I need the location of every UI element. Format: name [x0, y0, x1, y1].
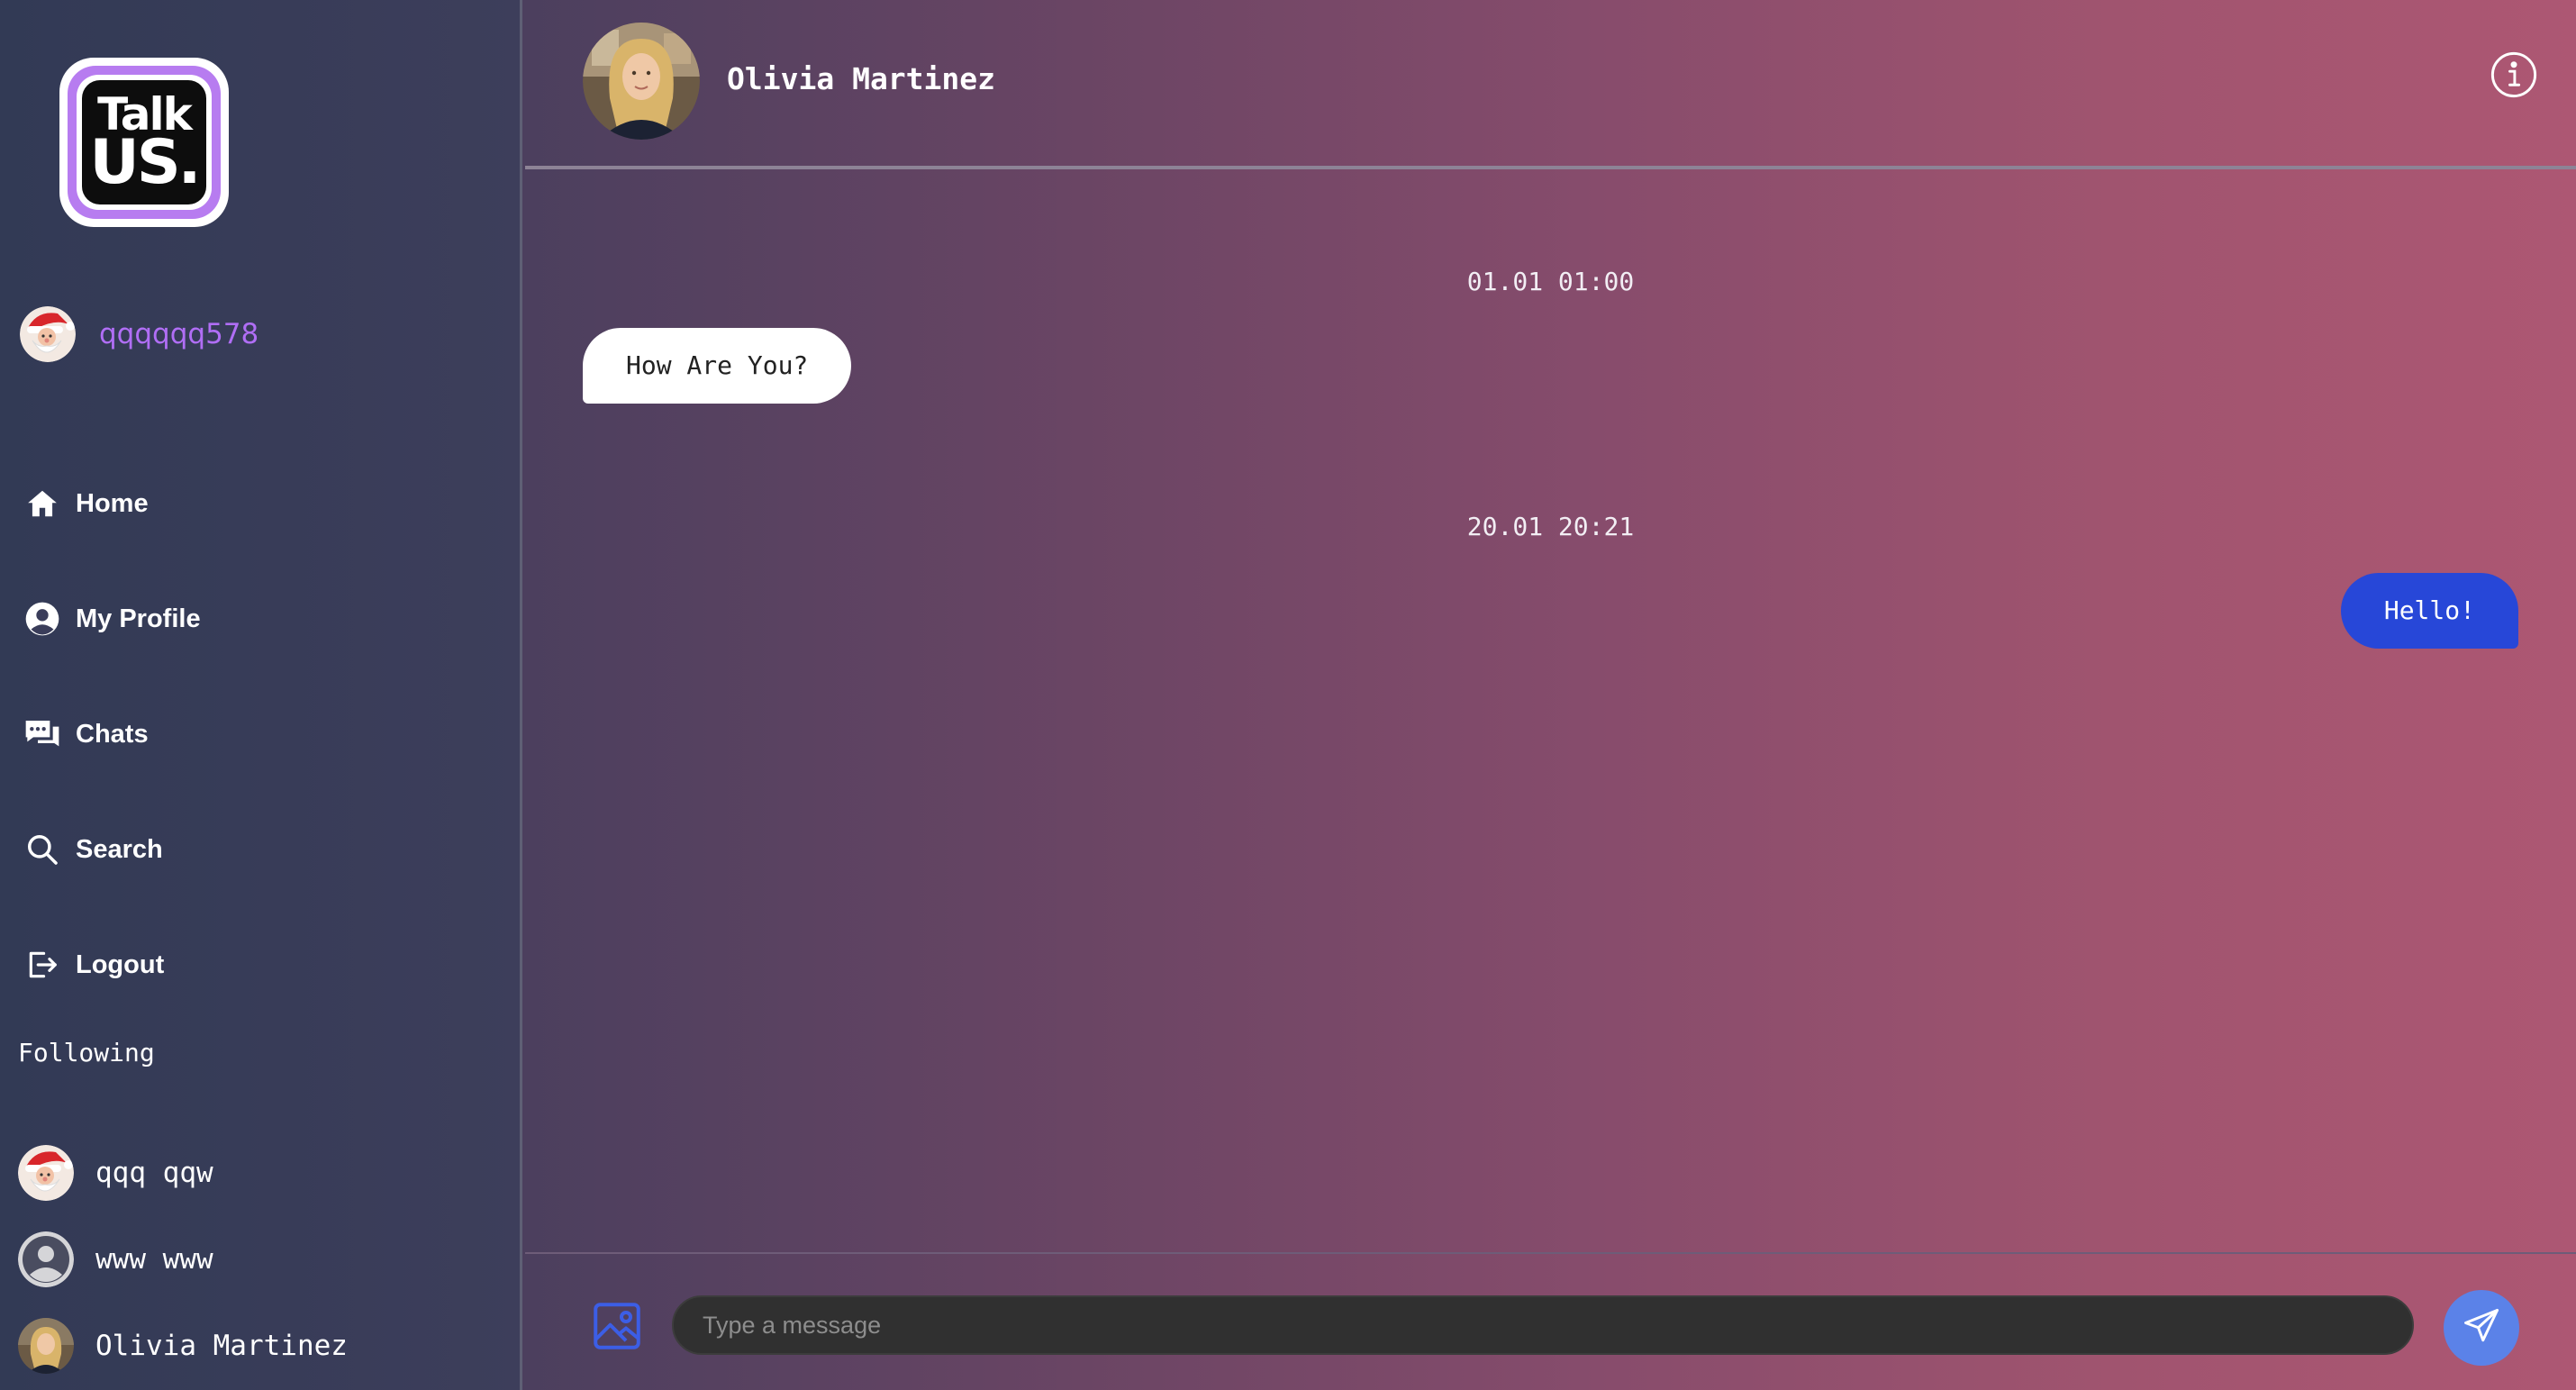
- santa-avatar: [20, 306, 76, 362]
- contact-avatar[interactable]: [583, 23, 700, 140]
- nav-search[interactable]: Search: [23, 792, 201, 907]
- message-input[interactable]: [672, 1295, 2414, 1355]
- message-composer: [525, 1252, 2576, 1390]
- attach-image-button[interactable]: [590, 1299, 644, 1353]
- logout-icon: [23, 946, 61, 984]
- following-user[interactable]: www www: [18, 1216, 348, 1303]
- following-title: Following: [18, 1038, 155, 1067]
- send-button[interactable]: [2444, 1290, 2519, 1366]
- send-icon: [2463, 1307, 2500, 1349]
- chat-header: Olivia Martinez: [525, 0, 2576, 169]
- santa-avatar: [18, 1145, 74, 1201]
- nav-home[interactable]: Home: [23, 446, 201, 561]
- following-user-name: Olivia Martinez: [95, 1330, 348, 1362]
- incoming-message[interactable]: How Are You?: [583, 328, 852, 404]
- photo-avatar: [18, 1318, 74, 1374]
- nav-my-profile[interactable]: My Profile: [23, 561, 201, 677]
- message-timestamp: 01.01 01:00: [1466, 267, 1635, 296]
- nav-logout-label: Logout: [76, 949, 165, 979]
- following-list: qqq qqw www www Olivia Martinez: [18, 1130, 348, 1389]
- current-username: qqqqqq578: [99, 318, 259, 350]
- nav-home-label: Home: [76, 488, 149, 518]
- home-icon: [23, 485, 61, 522]
- nav-chats[interactable]: Chats: [23, 677, 201, 792]
- message-timestamp: 20.01 20:21: [1466, 512, 1635, 541]
- talkus-logo[interactable]: Talk US.: [59, 58, 229, 227]
- following-user-name: qqq qqw: [95, 1157, 213, 1189]
- current-user[interactable]: qqqqqq578: [20, 306, 259, 362]
- profile-icon: [23, 600, 61, 638]
- image-icon: [590, 1303, 644, 1357]
- logo-text-line2: US.: [89, 126, 201, 198]
- search-icon: [23, 831, 61, 868]
- nav-logout[interactable]: Logout: [23, 907, 201, 1022]
- chats-icon: [23, 715, 61, 753]
- following-user[interactable]: Olivia Martinez: [18, 1303, 348, 1389]
- message-list: 01.01 01:00 How Are You? 20.01 20:21 Hel…: [525, 169, 2576, 1250]
- following-user-name: www www: [95, 1243, 213, 1276]
- default-avatar: [18, 1231, 74, 1287]
- outgoing-message[interactable]: Hello!: [2340, 573, 2518, 649]
- main-nav: Home My Profile Chats Search Logout: [23, 446, 201, 1022]
- nav-search-label: Search: [76, 834, 163, 864]
- nav-chats-label: Chats: [76, 719, 149, 749]
- sidebar: Talk US. qqqqqq578 Home My Profile Chats…: [0, 0, 522, 1390]
- info-icon[interactable]: [2490, 50, 2538, 99]
- nav-my-profile-label: My Profile: [76, 604, 201, 633]
- contact-name: Olivia Martinez: [727, 61, 996, 96]
- following-user[interactable]: qqq qqw: [18, 1130, 348, 1216]
- app-window: Talk US. qqqqqq578 Home My Profile Chats…: [0, 0, 2576, 1390]
